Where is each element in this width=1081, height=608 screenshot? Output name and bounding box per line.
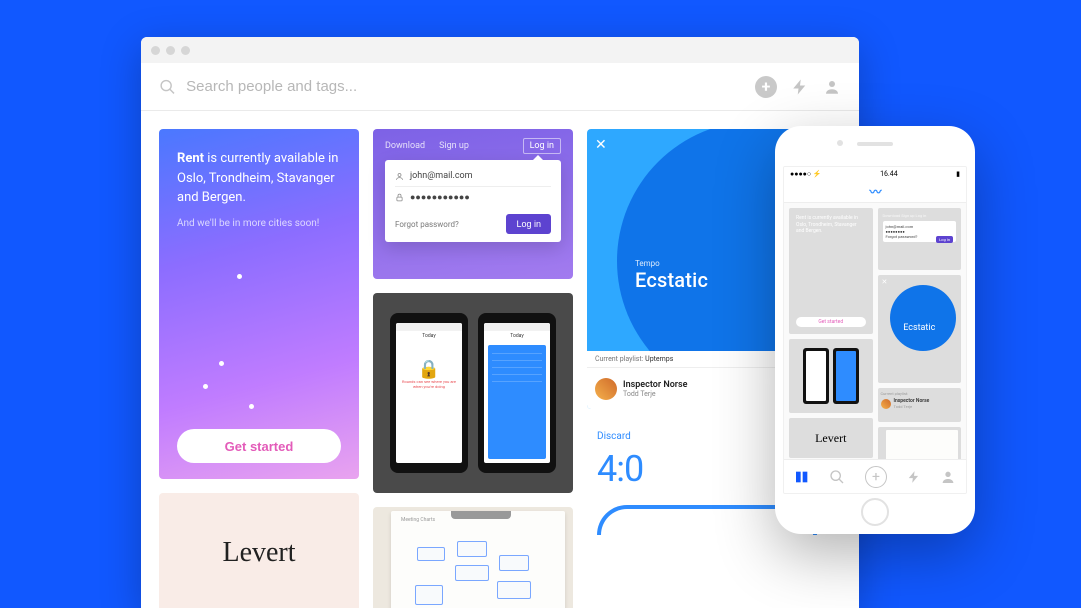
- phone-device: ●●●●○ ⚡ 16.44 ▮ 〰 Rent is currently avai…: [775, 126, 975, 534]
- wake-logo-icon: 〰: [869, 183, 880, 200]
- rent-map-dots: [159, 129, 359, 479]
- mock-today-label: Today: [420, 331, 437, 341]
- phone-screen: ●●●●○ ⚡ 16.44 ▮ 〰 Rent is currently avai…: [783, 166, 967, 494]
- card-levert[interactable]: Levert: [159, 493, 359, 608]
- mini-card-track[interactable]: Current playlist: Inspector Norse Todd T…: [878, 388, 962, 422]
- mock-today-label-2: Today: [508, 331, 525, 341]
- login-button[interactable]: Log in: [506, 214, 551, 234]
- add-button[interactable]: +: [755, 76, 777, 98]
- browser-window: + Rent is currently available in Oslo, T…: [141, 37, 859, 608]
- nav-search-icon[interactable]: [829, 469, 845, 485]
- card-login[interactable]: Download Sign up Log in john@mail.com ●●…: [373, 129, 573, 279]
- topbar-actions: +: [755, 76, 841, 98]
- mini-login-forgot: Forgot password?: [886, 234, 918, 239]
- password-value: ●●●●●●●●●●●: [410, 192, 470, 203]
- whiteboard-title: Meeting Charts: [401, 517, 435, 523]
- playlist-name: Uptemps: [645, 355, 673, 363]
- card-phone-mockups[interactable]: Today 🔒 Rounds can see where you are whe…: [373, 293, 573, 493]
- mini-card-mockups[interactable]: [789, 339, 873, 413]
- login-tabs: Download Sign up Log in: [385, 138, 561, 154]
- traffic-light-minimize[interactable]: [166, 46, 175, 55]
- card-whiteboard[interactable]: Meeting Charts: [373, 507, 573, 608]
- mini-track-artist: Todd Terje: [894, 404, 930, 409]
- phone-tabbar: +: [784, 459, 966, 493]
- topbar: +: [141, 63, 859, 111]
- card-rent-cities[interactable]: Rent is currently available in Oslo, Tro…: [159, 129, 359, 479]
- phone-home-button[interactable]: [861, 498, 889, 526]
- user-icon: [395, 172, 404, 181]
- content-grid: Rent is currently available in Oslo, Tro…: [141, 111, 859, 608]
- phone-status-bar: ●●●●○ ⚡ 16.44 ▮: [784, 167, 966, 181]
- forgot-password-link[interactable]: Forgot password?: [395, 220, 459, 229]
- profile-icon[interactable]: [823, 78, 841, 96]
- mini-ecstatic-title: Ecstatic: [878, 323, 962, 333]
- email-value: john@mail.com: [410, 171, 473, 181]
- tab-download[interactable]: Download: [385, 141, 425, 151]
- tempo-label: Tempo: [635, 259, 708, 268]
- search-wrap: [159, 78, 745, 96]
- close-icon[interactable]: ✕: [595, 137, 607, 153]
- phone-header: 〰: [784, 181, 966, 203]
- track-art: [595, 378, 617, 400]
- traffic-light-close[interactable]: [151, 46, 160, 55]
- status-time: 16.44: [880, 170, 898, 178]
- activity-icon[interactable]: [791, 78, 809, 96]
- track-title: Inspector Norse: [623, 380, 688, 390]
- nav-add-button[interactable]: +: [865, 466, 887, 488]
- login-panel: john@mail.com ●●●●●●●●●●● Forgot passwor…: [385, 160, 561, 242]
- nav-profile-icon[interactable]: [940, 469, 956, 485]
- mini-card-levert[interactable]: Levert: [789, 418, 873, 458]
- mini-levert-word: Levert: [815, 431, 846, 446]
- tab-signup[interactable]: Sign up: [439, 141, 469, 151]
- search-icon: [159, 78, 176, 96]
- levert-word: Levert: [222, 537, 295, 569]
- track-artist: Todd Terje: [623, 390, 688, 398]
- nav-home-icon[interactable]: [794, 469, 810, 485]
- mini-card-whiteboard[interactable]: [878, 427, 962, 459]
- mock-phone-left: Today 🔒 Rounds can see where you are whe…: [390, 313, 468, 473]
- grid-col-2: Download Sign up Log in john@mail.com ●●…: [373, 129, 573, 608]
- email-field[interactable]: john@mail.com: [395, 168, 551, 184]
- padlock-icon: 🔒: [418, 359, 440, 380]
- playlist-label: Current playlist:: [595, 355, 643, 363]
- whiteboard-paper: Meeting Charts: [391, 511, 565, 608]
- mock-phone-right: Today: [478, 313, 556, 473]
- traffic-light-zoom[interactable]: [181, 46, 190, 55]
- mini-rent-text: Rent is currently available in Oslo, Tro…: [796, 215, 866, 235]
- mini-login-tabs: Download Sign up Log in: [883, 213, 957, 218]
- grid-col-1: Rent is currently available in Oslo, Tro…: [159, 129, 359, 608]
- mini-card-rent[interactable]: Rent is currently available in Oslo, Tro…: [789, 208, 873, 334]
- mini-close-icon[interactable]: ✕: [882, 278, 888, 286]
- ecstatic-title: Ecstatic: [635, 268, 708, 292]
- status-battery: ▮: [956, 170, 960, 178]
- mini-get-started-button[interactable]: Get started: [796, 317, 866, 327]
- mini-playlist-label: Current playlist:: [881, 391, 909, 396]
- browser-chrome-bar: [141, 37, 859, 63]
- mini-track-art: [881, 399, 891, 409]
- login-bottom-row: Forgot password? Log in: [395, 214, 551, 234]
- status-signal: ●●●●○ ⚡: [790, 170, 822, 178]
- nav-activity-icon[interactable]: [907, 470, 921, 484]
- tab-login[interactable]: Log in: [523, 138, 561, 154]
- mini-card-ecstatic[interactable]: ✕ Ecstatic: [878, 275, 962, 383]
- search-input[interactable]: [186, 78, 745, 95]
- mini-login-button[interactable]: Log in: [936, 236, 953, 243]
- mini-card-login[interactable]: Download Sign up Log in john@mail.com ●●…: [878, 208, 962, 270]
- lock-icon: [395, 193, 404, 202]
- phone-feed-grid[interactable]: Rent is currently available in Oslo, Tro…: [784, 203, 966, 459]
- mock-lock-msg: Rounds can see where you are when you're…: [396, 380, 462, 390]
- password-field[interactable]: ●●●●●●●●●●●: [395, 189, 551, 206]
